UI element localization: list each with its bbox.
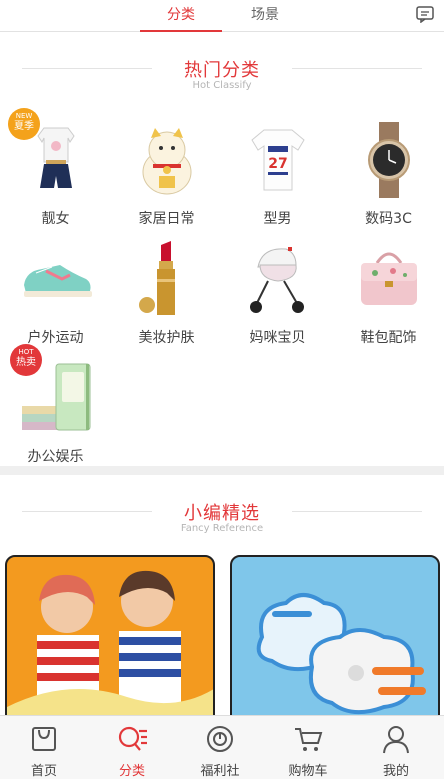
hot-classify-section: 热门分类 Hot Classify NEW 夏季 靓女 家居日常 27 型男 数… [0, 32, 444, 466]
category-search-icon [118, 726, 147, 751]
section-subtitle: Fancy Reference [180, 523, 264, 534]
divider [22, 68, 152, 69]
cart-icon [295, 728, 323, 751]
handbag-image [361, 252, 417, 305]
category-label: 型男 [263, 211, 292, 227]
nav-mine[interactable]: 我的 [352, 716, 440, 779]
category-label: 鞋包配饰 [360, 330, 417, 346]
tableware-promo-image [256, 593, 426, 715]
category-men[interactable]: 27 型男 [222, 120, 333, 238]
divider [292, 511, 422, 512]
section-subtitle: Hot Classify [192, 80, 252, 91]
lucky-cat-image [142, 128, 192, 195]
category-label: 家居日常 [138, 211, 195, 227]
hot-classify-header: 热门分类 Hot Classify [0, 56, 444, 91]
fancy-reference-header: 小编精选 Fancy Reference [0, 499, 444, 534]
nav-category[interactable]: 分类 [88, 716, 176, 779]
new-season-badge: NEW 夏季 [8, 108, 40, 140]
stroller-image [250, 247, 304, 313]
category-label: 美妆护肤 [138, 330, 195, 346]
nav-welfare[interactable]: 福利社 [176, 716, 264, 779]
smartwatch-image [368, 122, 410, 198]
fancy-reference-section: 小编精选 Fancy Reference [0, 475, 444, 715]
tab-scene[interactable]: 场景 [224, 0, 306, 32]
category-home[interactable]: 家居日常 [111, 120, 222, 238]
category-baby[interactable]: 妈咪宝贝 [222, 239, 333, 357]
category-label: 妈咪宝贝 [249, 330, 306, 346]
lipstick-image [139, 241, 175, 315]
featured-card-tableware[interactable] [230, 555, 440, 715]
category-label: 靓女 [41, 211, 70, 227]
target-icon [207, 726, 233, 752]
category-office[interactable]: HOT 热卖 办公娱乐 [0, 344, 111, 476]
nav-cart[interactable]: 购物车 [264, 716, 352, 779]
section-title: 小编精选 [184, 503, 260, 524]
category-digital[interactable]: 数码3C [333, 120, 444, 238]
section-title: 热门分类 [184, 60, 260, 81]
sneaker-image [24, 265, 92, 297]
divider [292, 68, 422, 69]
category-bags[interactable]: 鞋包配饰 [333, 239, 444, 357]
svg-text:27: 27 [268, 156, 287, 172]
nav-label: 购物车 [288, 764, 328, 779]
category-women[interactable]: NEW 夏季 靓女 [0, 108, 111, 238]
bottom-nav: 首页 分类 福利社 购物车 我的 [0, 715, 444, 779]
category-label: 数码3C [365, 211, 412, 227]
bag-icon [32, 727, 56, 751]
nav-home[interactable]: 首页 [0, 716, 88, 779]
divider [22, 511, 152, 512]
nav-label: 首页 [30, 764, 57, 779]
fashion-promo-image [7, 570, 213, 715]
nav-label: 分类 [118, 764, 145, 779]
category-beauty[interactable]: 美妆护肤 [111, 239, 222, 357]
category-label: 办公娱乐 [27, 449, 84, 465]
nav-label: 我的 [382, 764, 409, 779]
tab-category[interactable]: 分类 [140, 0, 222, 32]
category-outdoor[interactable]: 户外运动 [0, 239, 111, 357]
user-icon [383, 726, 409, 754]
nav-label: 福利社 [200, 764, 240, 779]
hot-sale-badge: HOT 热卖 [10, 344, 42, 376]
men-tshirt-image: 27 [251, 129, 305, 191]
category-label: 户外运动 [27, 330, 84, 346]
top-tab-bar: 分类 场景 [0, 0, 444, 32]
message-icon[interactable] [416, 6, 434, 23]
featured-card-fashion[interactable] [5, 555, 215, 715]
